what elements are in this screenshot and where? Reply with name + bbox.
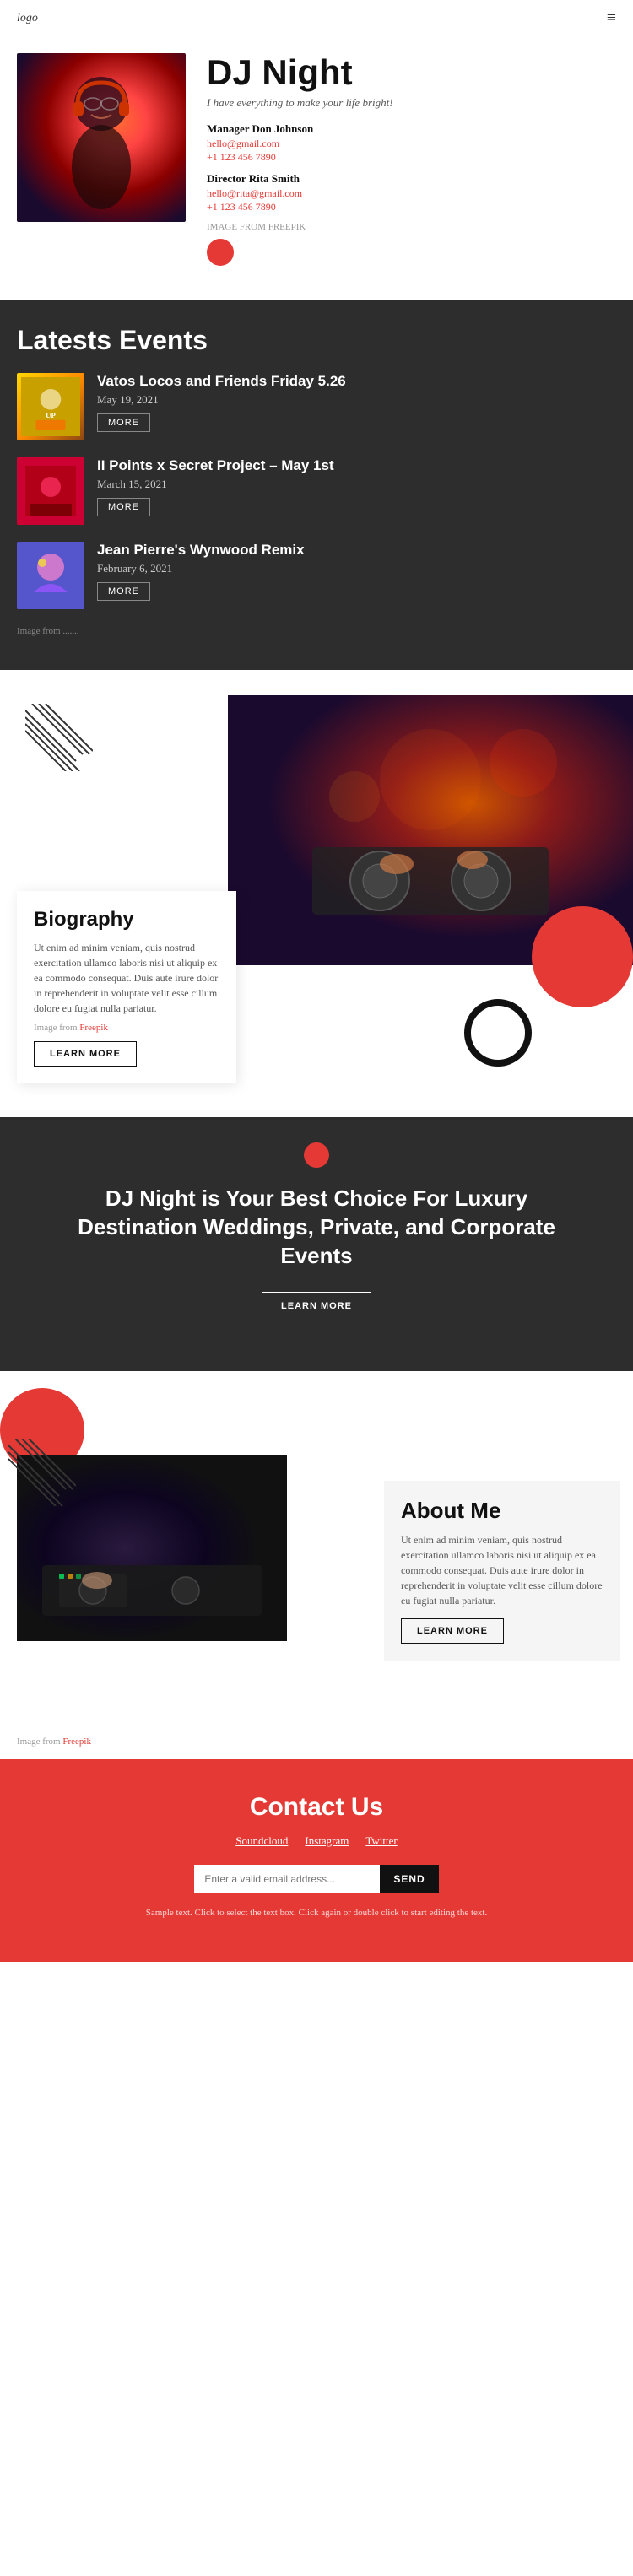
bio-title: Biography bbox=[34, 908, 219, 932]
cta-title: DJ Night is Your Best Choice For Luxury … bbox=[68, 1185, 565, 1270]
hero-director-phone: +1 123 456 7890 bbox=[207, 201, 616, 213]
hero-content: DJ Night I have everything to make your … bbox=[186, 53, 616, 266]
event-1-date: May 19, 2021 bbox=[97, 393, 616, 407]
event-1-info: Vatos Locos and Friends Friday 5.26 May … bbox=[97, 373, 616, 432]
contact-email-input[interactable] bbox=[194, 1865, 380, 1893]
hero-subtitle: I have everything to make your life brig… bbox=[207, 96, 616, 110]
bio-learn-more-button[interactable]: LEARN MORE bbox=[34, 1041, 137, 1067]
events-image-credit: Image from ....... bbox=[17, 626, 616, 636]
bio-text: Ut enim ad minim veniam, quis nostrud ex… bbox=[34, 940, 219, 1016]
hero-manager-email: hello@gmail.com bbox=[207, 138, 616, 150]
event-1-name: Vatos Locos and Friends Friday 5.26 bbox=[97, 373, 616, 390]
hero-section: DJ Night I have everything to make your … bbox=[0, 36, 633, 300]
hero-person-photo bbox=[17, 53, 186, 222]
about-section: About Me Ut enim ad minim veniam, quis n… bbox=[0, 1371, 633, 1759]
hero-red-circle-decoration bbox=[207, 239, 234, 266]
svg-text:UP: UP bbox=[46, 411, 56, 419]
about-decorative-lines bbox=[8, 1439, 76, 1506]
cta-red-circle bbox=[304, 1142, 329, 1168]
bio-decorative-lines bbox=[25, 704, 93, 771]
about-content-card: About Me Ut enim ad minim veniam, quis n… bbox=[384, 1481, 620, 1661]
hero-director-label: Director Rita Smith bbox=[207, 172, 616, 186]
event-3-info: Jean Pierre's Wynwood Remix February 6, … bbox=[97, 542, 616, 601]
about-text: Ut enim ad minim veniam, quis nostrud ex… bbox=[401, 1532, 603, 1608]
hero-director-email: hello@rita@gmail.com bbox=[207, 187, 616, 200]
event-2-more-button[interactable]: MORE bbox=[97, 498, 150, 516]
contact-form: SEND bbox=[17, 1865, 616, 1893]
event-thumb-3 bbox=[17, 542, 84, 609]
header: logo ≡ bbox=[0, 0, 633, 36]
instagram-link[interactable]: Instagram bbox=[305, 1834, 349, 1848]
menu-icon[interactable]: ≡ bbox=[607, 8, 616, 28]
hero-title: DJ Night bbox=[207, 53, 616, 92]
event-3-date: February 6, 2021 bbox=[97, 562, 616, 575]
cta-learn-more-button[interactable]: LEARN MORE bbox=[262, 1292, 371, 1320]
hero-manager-phone: +1 123 456 7890 bbox=[207, 151, 616, 164]
event-thumb-1: UP bbox=[17, 373, 84, 440]
contact-send-button[interactable]: SEND bbox=[380, 1865, 438, 1893]
bio-black-circle-decoration bbox=[464, 999, 532, 1067]
event-2-name: II Points x Secret Project – May 1st bbox=[97, 457, 616, 474]
event-1-more-button[interactable]: MORE bbox=[97, 413, 150, 432]
hero-image bbox=[17, 53, 186, 222]
event-item: Jean Pierre's Wynwood Remix February 6, … bbox=[17, 542, 616, 609]
events-title: Latests Events bbox=[17, 325, 616, 356]
event-thumb-2 bbox=[17, 457, 84, 525]
contact-title: Contact Us bbox=[17, 1793, 616, 1822]
about-learn-more-button[interactable]: LEARN MORE bbox=[401, 1618, 504, 1644]
event-item: UP Vatos Locos and Friends Friday 5.26 M… bbox=[17, 373, 616, 440]
contact-footer-text: Sample text. Click to select the text bo… bbox=[17, 1906, 616, 1920]
bio-red-circle-large bbox=[532, 906, 633, 1007]
biography-section: Biography Ut enim ad minim veniam, quis … bbox=[0, 670, 633, 1117]
logo: logo bbox=[17, 12, 38, 25]
bio-content-card: Biography Ut enim ad minim veniam, quis … bbox=[17, 891, 236, 1083]
event-3-name: Jean Pierre's Wynwood Remix bbox=[97, 542, 616, 559]
about-image-credit: Image from Freepik bbox=[17, 1736, 91, 1747]
bio-image-credit: Image from Freepik bbox=[34, 1023, 219, 1033]
event-2-info: II Points x Secret Project – May 1st Mar… bbox=[97, 457, 616, 516]
about-image-credit-link[interactable]: Freepik bbox=[62, 1736, 91, 1747]
bio-image-credit-link[interactable]: Freepik bbox=[79, 1023, 108, 1033]
events-section: Latests Events UP Vatos Locos and Friend… bbox=[0, 300, 633, 670]
event-3-more-button[interactable]: MORE bbox=[97, 582, 150, 601]
twitter-link[interactable]: Twitter bbox=[365, 1834, 397, 1848]
event-2-date: March 15, 2021 bbox=[97, 478, 616, 491]
cta-section: DJ Night is Your Best Choice For Luxury … bbox=[0, 1117, 633, 1370]
contact-section: Contact Us Soundcloud Instagram Twitter … bbox=[0, 1759, 633, 1963]
event-item: II Points x Secret Project – May 1st Mar… bbox=[17, 457, 616, 525]
hero-image-credit: IMAGE FROM FREEPIK bbox=[207, 222, 616, 232]
contact-social-links: Soundcloud Instagram Twitter bbox=[17, 1834, 616, 1848]
hero-manager-label: Manager Don Johnson bbox=[207, 122, 616, 136]
about-title: About Me bbox=[401, 1498, 603, 1524]
soundcloud-link[interactable]: Soundcloud bbox=[235, 1834, 288, 1848]
